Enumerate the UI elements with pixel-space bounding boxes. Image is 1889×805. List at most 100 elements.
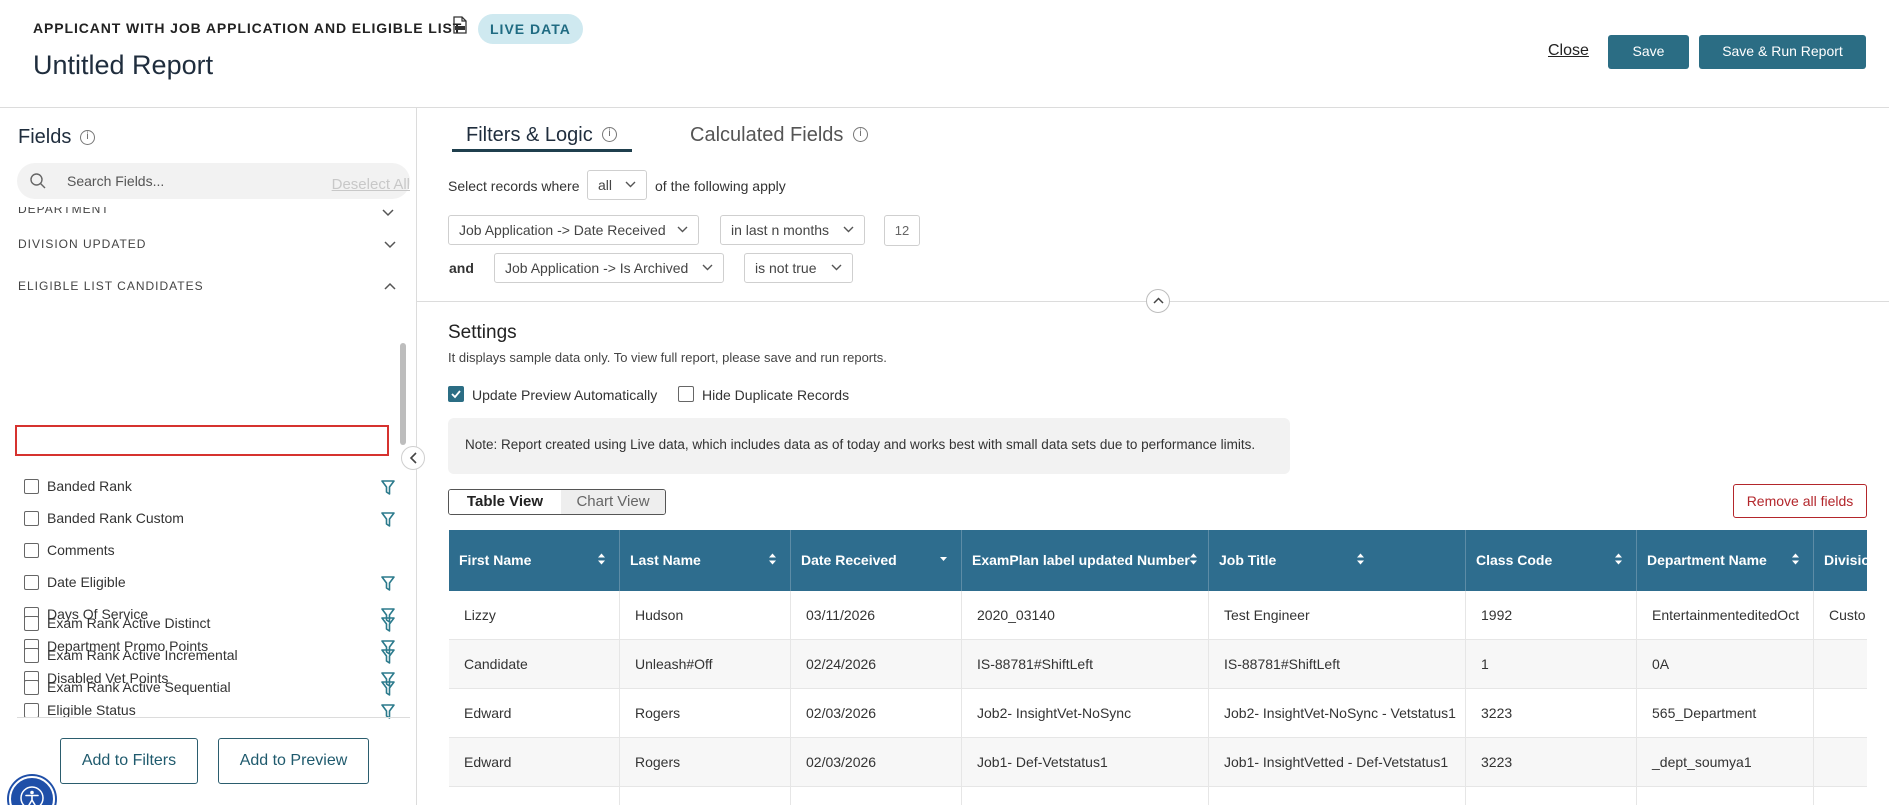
chevron-down-icon xyxy=(831,264,842,271)
table-row[interactable]: Lizzy Hudson 03/11/2026 2020_03140 Test … xyxy=(449,591,1867,640)
collapse-panel-button[interactable] xyxy=(401,446,425,470)
match-mode-dropdown[interactable]: all xyxy=(587,170,647,200)
chart-view-tab[interactable]: Chart View xyxy=(561,490,665,514)
column-header[interactable]: Last Name xyxy=(620,530,791,591)
field-checkbox[interactable] xyxy=(24,680,39,695)
select-records-prefix: Select records where xyxy=(448,178,580,194)
sort-desc-icon[interactable] xyxy=(939,552,948,566)
column-header[interactable]: ExamPlan label updated Number xyxy=(962,530,1209,591)
table-cell: 3223 xyxy=(1466,738,1637,787)
condition-2-operator-dropdown[interactable]: is not true xyxy=(744,253,853,283)
field-item[interactable]: Banded Rank Custom xyxy=(24,508,395,530)
condition-field-value: Job Application -> Date Received xyxy=(459,222,666,238)
condition-2-field-dropdown[interactable]: Job Application -> Is Archived xyxy=(494,253,724,283)
table-row[interactable]: Candidate Unleash#Off 02/24/2026 IS-8878… xyxy=(449,640,1867,689)
table-cell: Ja xyxy=(620,787,791,805)
field-label: Date Eligible xyxy=(47,574,126,590)
collapse-filters-button[interactable] xyxy=(1146,289,1170,313)
field-list-scrollbar[interactable] xyxy=(400,343,406,445)
report-type-label: APPLICANT WITH JOB APPLICATION AND ELIGI… xyxy=(33,20,463,36)
preview-table: First Name Last Name Date Received ExamP… xyxy=(449,530,1867,805)
group-department[interactable]: DEPARTMENT xyxy=(18,207,396,217)
table-cell xyxy=(1814,640,1867,689)
chevron-up-icon xyxy=(384,282,396,290)
filter-icon[interactable] xyxy=(381,512,395,528)
field-checkbox[interactable] xyxy=(24,575,39,590)
filter-icon[interactable] xyxy=(381,649,395,665)
filter-icon[interactable] xyxy=(381,681,395,697)
field-checkbox[interactable] xyxy=(24,479,39,494)
table-cell: 02/24/2026 xyxy=(791,640,962,689)
group-division-updated[interactable]: DIVISION UPDATED xyxy=(18,237,396,253)
table-cell: Test Engineer xyxy=(1209,591,1466,640)
tab-filters-logic[interactable]: Filters & Logic xyxy=(466,124,593,147)
select-records-suffix: of the following apply xyxy=(655,178,786,194)
sort-icon[interactable] xyxy=(1791,552,1800,566)
add-to-preview-button[interactable]: Add to Preview xyxy=(218,738,369,784)
hide-duplicates-checkbox[interactable] xyxy=(678,386,694,402)
update-preview-checkbox[interactable] xyxy=(448,386,464,402)
column-header[interactable]: Job Title xyxy=(1209,530,1466,591)
remove-all-fields-button[interactable]: Remove all fields xyxy=(1733,484,1867,518)
field-item[interactable]: Exam Rank Active Sequential xyxy=(24,677,395,699)
column-header[interactable]: Divisio xyxy=(1814,530,1867,591)
field-checkbox[interactable] xyxy=(24,543,39,558)
group-label: DEPARTMENT xyxy=(18,207,110,216)
sort-icon[interactable] xyxy=(597,552,606,566)
condition-field-value: Job Application -> Is Archived xyxy=(505,260,689,276)
page-title[interactable]: Untitled Report xyxy=(33,50,213,81)
deselect-all-link[interactable]: Deselect All xyxy=(332,176,410,193)
filter-icon[interactable] xyxy=(381,576,395,592)
chevron-down-icon xyxy=(843,226,854,233)
sort-icon[interactable] xyxy=(1356,552,1365,566)
column-header[interactable]: First Name xyxy=(449,530,620,591)
close-link[interactable]: Close xyxy=(1548,42,1589,60)
info-icon[interactable]: i xyxy=(80,130,95,145)
table-view-tab[interactable]: Table View xyxy=(449,490,561,514)
hide-duplicates-label: Hide Duplicate Records xyxy=(702,387,850,403)
pdf-icon[interactable] xyxy=(452,16,468,34)
field-item[interactable]: Eligible Status xyxy=(24,700,395,722)
condition-operator-value: is not true xyxy=(755,260,817,276)
field-checkbox[interactable] xyxy=(24,703,39,718)
info-icon[interactable]: i xyxy=(602,127,617,142)
view-toggle: Table View Chart View xyxy=(448,489,666,515)
settings-subtitle: It displays sample data only. To view fu… xyxy=(448,350,887,365)
field-item[interactable]: Comments xyxy=(24,540,394,562)
sort-icon[interactable] xyxy=(1189,552,1198,566)
condition-1-value-input[interactable]: 12 xyxy=(884,215,920,246)
field-checkbox[interactable] xyxy=(24,511,39,526)
table-cell xyxy=(1814,738,1867,787)
field-checkbox[interactable] xyxy=(24,616,39,631)
filter-icon[interactable] xyxy=(381,480,395,496)
field-label: Eligible Status xyxy=(47,702,136,718)
table-cell: Job2- InsightVet-NoSync - Vetstatus1 xyxy=(1209,689,1466,738)
chevron-down-icon[interactable] xyxy=(382,209,394,217)
tab-calculated-fields[interactable]: Calculated Fields xyxy=(690,124,843,147)
condition-1-field-dropdown[interactable]: Job Application -> Date Received xyxy=(448,215,699,245)
sort-icon[interactable] xyxy=(768,552,777,566)
info-icon[interactable]: i xyxy=(853,127,868,142)
table-row[interactable]: Edward Rogers 02/03/2026 Job2- InsightVe… xyxy=(449,689,1867,738)
table-cell: Candidate xyxy=(449,640,620,689)
save-button[interactable]: Save xyxy=(1608,35,1689,69)
table-cell: Job2- InsightVet-NoSync xyxy=(962,689,1209,738)
table-cell: _dept_soumya1 xyxy=(1637,738,1814,787)
group-eligible-list-candidates[interactable]: ELIGIBLE LIST CANDIDATES xyxy=(18,279,396,295)
filter-icon[interactable] xyxy=(381,617,395,633)
sort-icon[interactable] xyxy=(1614,552,1623,566)
active-tab-indicator xyxy=(452,149,632,152)
save-run-report-button[interactable]: Save & Run Report xyxy=(1699,35,1866,69)
condition-1-operator-dropdown[interactable]: in last n months xyxy=(720,215,865,245)
field-item[interactable]: Exam Rank Active Distinct xyxy=(24,613,395,635)
field-checkbox[interactable] xyxy=(24,648,39,663)
add-to-filters-button[interactable]: Add to Filters xyxy=(60,738,198,784)
table-row[interactable]: Sh Ja 02/02/2026 Job Submitted In UI Job… xyxy=(449,787,1867,805)
column-header[interactable]: Department Name xyxy=(1637,530,1814,591)
field-item[interactable]: Exam Rank Active Incremental xyxy=(24,645,395,667)
table-row[interactable]: Edward Rogers 02/03/2026 Job1- Def-Vetst… xyxy=(449,738,1867,787)
field-item[interactable]: Date Eligible xyxy=(24,572,395,594)
column-header[interactable]: Class Code xyxy=(1466,530,1637,591)
field-item[interactable]: Banded Rank xyxy=(24,476,395,498)
column-header[interactable]: Date Received xyxy=(791,530,962,591)
